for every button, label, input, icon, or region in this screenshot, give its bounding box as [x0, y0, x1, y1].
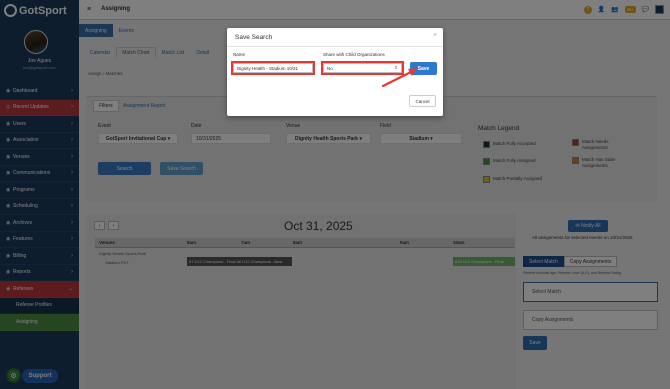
- name-highlight-box: [231, 61, 315, 75]
- name-label: Name: [233, 52, 246, 57]
- close-icon[interactable]: ×: [433, 32, 437, 39]
- cancel-button[interactable]: Cancel: [409, 95, 436, 107]
- modal-title: Save Search: [235, 34, 273, 41]
- share-label: Share with Child Organizations: [323, 52, 385, 57]
- modal-divider: [227, 46, 443, 47]
- annotation-arrow-icon: [381, 68, 417, 88]
